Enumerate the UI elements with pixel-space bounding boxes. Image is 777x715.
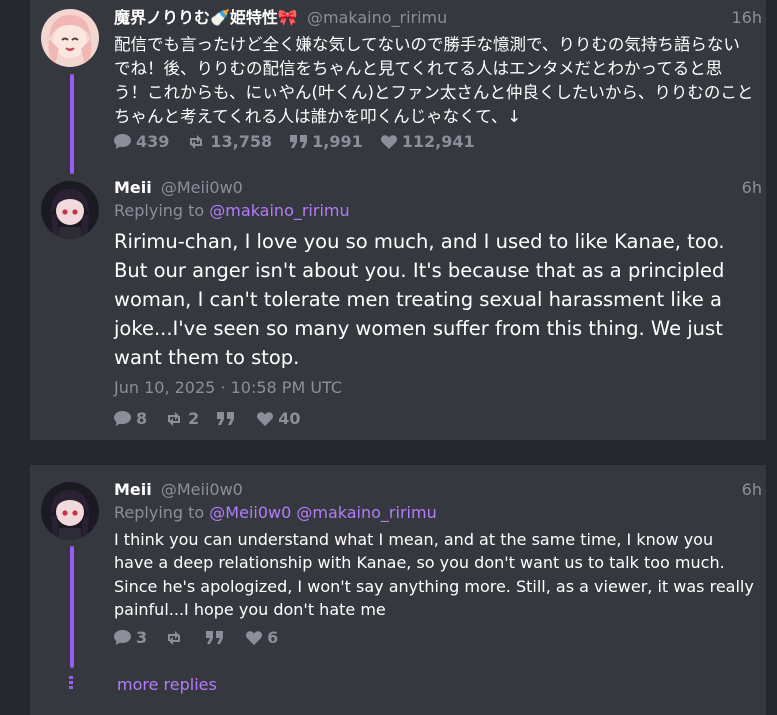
like-count: 112,941 — [401, 132, 475, 151]
username[interactable]: @Meii0w0 — [161, 178, 243, 197]
reply-count: 8 — [136, 409, 148, 428]
tweet-time[interactable]: 6h — [742, 480, 762, 499]
heart-icon — [380, 134, 397, 149]
more-replies-dots — [69, 676, 75, 689]
like-count: 6 — [267, 628, 279, 647]
avatar[interactable] — [41, 482, 99, 540]
avatar[interactable] — [41, 9, 99, 67]
quote-stat[interactable] — [206, 631, 228, 644]
quote-icon — [290, 135, 308, 148]
reply-count: 3 — [136, 628, 148, 647]
tweet-header: 魔界ノりりむ🍼姫特性🎀 @makaino_ririmu — [114, 8, 447, 28]
like-stat[interactable]: 112,941 — [380, 132, 475, 151]
display-name[interactable]: Meii — [114, 178, 152, 197]
replying-to-label: Replying to — [114, 201, 205, 220]
mention-link[interactable]: @makaino_ririmu — [296, 503, 436, 522]
avatar[interactable] — [41, 181, 99, 239]
heart-icon — [257, 411, 274, 426]
retweet-icon — [168, 630, 181, 645]
retweet-stat[interactable]: 2 — [165, 409, 199, 428]
quote-icon — [206, 631, 224, 644]
tweet-text: Ririmu-chan, I love you so much, and I u… — [114, 227, 754, 372]
quote-stat[interactable]: 1,991 — [290, 132, 363, 151]
like-count: 40 — [278, 409, 301, 428]
reply-count: 439 — [136, 132, 170, 151]
quote-stat[interactable] — [217, 412, 239, 425]
replying-to: Replying to @Meii0w0 @makaino_ririmu — [114, 503, 437, 522]
mention-link[interactable]: @makaino_ririmu — [209, 201, 349, 220]
retweet-icon — [168, 411, 181, 426]
username[interactable]: @Meii0w0 — [161, 480, 243, 499]
like-stat[interactable]: 40 — [257, 409, 301, 428]
thread-line — [70, 74, 74, 174]
quote-icon — [217, 412, 235, 425]
tweet-text: 配信でも言ったけど全く嫌な気してないので勝手な憶測で、りりむの気持ち語らないでね… — [114, 35, 754, 126]
tweet-header: Meii @Meii0w0 — [114, 480, 243, 500]
comment-icon — [114, 134, 131, 149]
retweet-stat[interactable]: 13,758 — [187, 132, 272, 151]
tweet-stats: 3 6 — [114, 628, 278, 647]
tweet-stats: 439 13,758 1,991 112,941 — [114, 132, 475, 151]
reply-stat[interactable]: 3 — [114, 628, 147, 647]
quote-count: 1,991 — [312, 132, 363, 151]
tweet-text-body: I think you can understand what I mean, … — [114, 530, 754, 619]
display-name[interactable]: Meii — [114, 480, 152, 499]
retweet-count: 13,758 — [210, 132, 273, 151]
tweet-stats: 8 2 40 — [114, 409, 301, 428]
like-stat[interactable]: 6 — [246, 628, 278, 647]
reply-stat[interactable]: 439 — [114, 132, 169, 151]
more-replies-link[interactable]: more replies — [117, 675, 217, 694]
tweet-date[interactable]: Jun 10, 2025 · 10:58 PM UTC — [114, 378, 342, 397]
comment-icon — [114, 411, 131, 426]
replying-to: Replying to @makaino_ririmu — [114, 201, 350, 220]
retweet-stat[interactable] — [165, 630, 188, 645]
replying-to-label: Replying to — [114, 503, 205, 522]
tweet-text: I think you can understand what I mean, … — [114, 528, 754, 621]
retweet-icon — [190, 134, 203, 149]
tweet-time[interactable]: 6h — [742, 178, 762, 197]
username[interactable]: @makaino_ririmu — [307, 8, 447, 27]
retweet-count: 2 — [188, 409, 200, 428]
tweet-text-body: Ririmu-chan, I love you so much, and I u… — [114, 230, 725, 369]
thread-line — [70, 546, 74, 668]
comment-icon — [114, 630, 131, 645]
display-name[interactable]: 魔界ノりりむ🍼姫特性🎀 — [114, 8, 298, 27]
heart-icon — [246, 630, 263, 645]
mention-link[interactable]: @Meii0w0 — [209, 503, 291, 522]
reply-stat[interactable]: 8 — [114, 409, 147, 428]
tweet-time[interactable]: 16h — [732, 8, 763, 27]
tweet-header: Meii @Meii0w0 — [114, 178, 243, 198]
